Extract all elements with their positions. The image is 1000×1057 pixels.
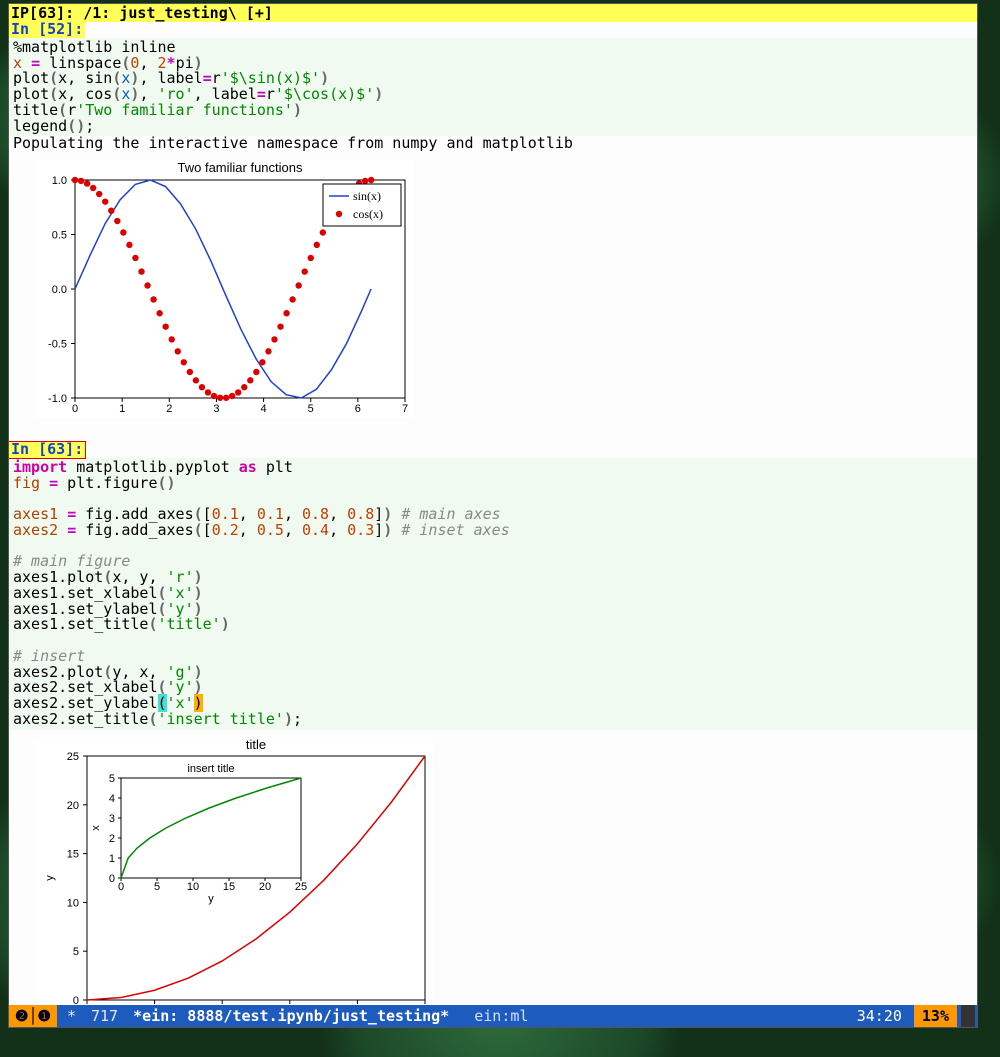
mode-line-badge: ❷│❶ (9, 1005, 57, 1027)
svg-text:3: 3 (109, 813, 115, 825)
svg-text:25: 25 (67, 751, 79, 763)
svg-text:0: 0 (109, 873, 115, 885)
svg-text:0.0: 0.0 (52, 284, 67, 296)
svg-text:7: 7 (402, 403, 408, 415)
chart-title-with-inset: title0123450510152025xyinsert title05101… (33, 738, 433, 1006)
cell-prompt-current: In [63]: (9, 442, 85, 458)
svg-text:10: 10 (67, 897, 79, 909)
svg-text:1: 1 (119, 403, 125, 415)
legend: sin(x) cos(x) (323, 184, 401, 226)
svg-text:1: 1 (109, 853, 115, 865)
svg-text:Two familiar functions: Two familiar functions (178, 160, 303, 175)
cell-prompt: In [52]: (9, 22, 85, 38)
cell-2-code[interactable]: import matplotlib.pyplot as plt fig = pl… (9, 458, 977, 730)
notebook-body[interactable]: In [52]: %matplotlib inline x = linspace… (9, 22, 977, 1005)
mode-line-end-icon (961, 1005, 975, 1027)
mode-line: ❷│❶ * 717 *ein: 8888/test.ipynb/just_tes… (9, 1005, 977, 1027)
svg-text:25: 25 (295, 881, 307, 893)
svg-text:0: 0 (72, 403, 78, 415)
svg-text:5: 5 (308, 403, 314, 415)
line-number: 717 (91, 1007, 118, 1025)
svg-text:5: 5 (73, 946, 79, 958)
svg-text:2: 2 (166, 403, 172, 415)
cell-1-stdout: Populating the interactive namespace fro… (9, 136, 977, 152)
svg-text:20: 20 (259, 881, 271, 893)
svg-text:4: 4 (261, 403, 267, 415)
major-mode: ein:ml (474, 1007, 528, 1025)
svg-text:3: 3 (213, 403, 219, 415)
cell-1[interactable]: In [52]: %matplotlib inline x = linspace… (9, 22, 977, 418)
svg-text:x: x (90, 824, 102, 830)
svg-text:4: 4 (109, 793, 115, 805)
svg-text:y: y (208, 893, 214, 905)
svg-text:20: 20 (67, 799, 79, 811)
svg-text:1: 1 (152, 1005, 158, 1006)
svg-text:6: 6 (355, 403, 361, 415)
svg-text:5: 5 (109, 773, 115, 785)
svg-text:insert title: insert title (187, 763, 234, 775)
svg-text:cos(x): cos(x) (353, 207, 383, 221)
svg-text:10: 10 (187, 881, 199, 893)
buffer-name: *ein: 8888/test.ipynb/just_testing* (133, 1007, 449, 1025)
svg-text:0: 0 (73, 995, 79, 1006)
tab-line[interactable]: IP[63]: /1: just_testing\ [+] (9, 4, 977, 22)
svg-text:title: title (246, 738, 266, 752)
cursor-position: 34:20 (857, 1005, 902, 1027)
cell-1-code[interactable]: %matplotlib inline x = linspace(0, 2*pi)… (9, 38, 977, 137)
modified-star: * (67, 1007, 76, 1025)
svg-text:15: 15 (67, 848, 79, 860)
svg-text:sin(x): sin(x) (353, 189, 381, 203)
svg-text:0.5: 0.5 (52, 230, 67, 242)
svg-text:5: 5 (154, 881, 160, 893)
svg-text:-0.5: -0.5 (48, 339, 67, 351)
mode-line-left: * 717 *ein: 8888/test.ipynb/just_testing… (57, 1005, 528, 1027)
svg-text:15: 15 (223, 881, 235, 893)
chart-two-familiar-functions: Two familiar functions 0 1 2 3 4 5 6 7 -1.0 -0.5 0.… (33, 160, 413, 418)
emacs-window: IP[63]: /1: just_testing\ [+] In [52]: %… (8, 3, 978, 1028)
svg-text:y: y (44, 874, 56, 880)
svg-text:2: 2 (109, 833, 115, 845)
scroll-percent: 13% (914, 1005, 957, 1027)
cell-2[interactable]: In [63]: import matplotlib.pyplot as plt… (9, 442, 977, 1005)
svg-text:-1.0: -1.0 (48, 393, 67, 405)
svg-text:1.0: 1.0 (52, 175, 67, 187)
svg-text:3: 3 (287, 1005, 293, 1006)
svg-text:2: 2 (219, 1005, 225, 1006)
svg-text:0: 0 (84, 1005, 90, 1006)
svg-text:0: 0 (118, 881, 124, 893)
svg-text:4: 4 (354, 1005, 360, 1006)
svg-text:5: 5 (422, 1005, 428, 1006)
